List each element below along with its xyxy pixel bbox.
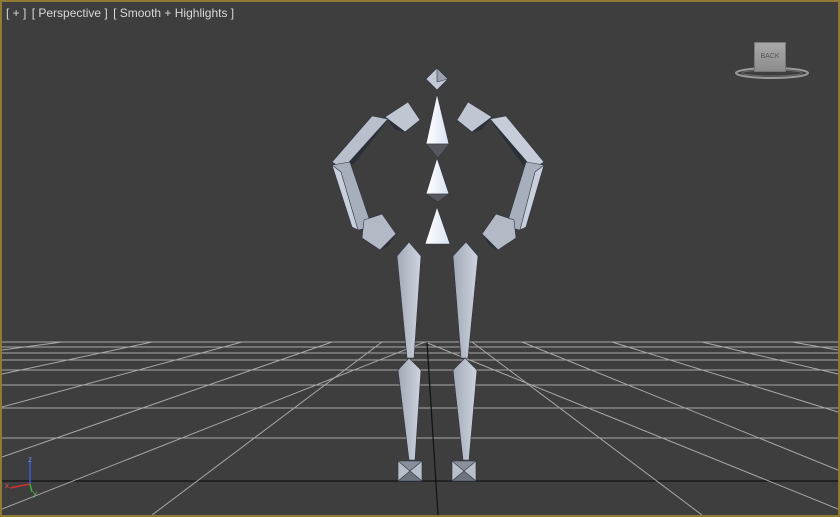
bone-upperarm-left	[331, 115, 389, 170]
viewport-shading-menu[interactable]: [ Smooth + Highlights ]	[113, 6, 234, 20]
bone-upperarm-right	[489, 115, 545, 170]
bone-thigh-right	[452, 241, 479, 359]
biped-skeleton[interactable]	[331, 67, 545, 482]
viewcube[interactable]: BACK	[734, 40, 818, 84]
axis-label-y: y	[33, 489, 37, 498]
viewport-label-menu[interactable]: [ + ] [ Perspective ] [ Smooth + Highlig…	[6, 6, 236, 20]
bone-calf-right	[452, 357, 478, 461]
bone-hand-left	[361, 213, 397, 251]
bone-clavicle-right	[456, 101, 493, 133]
ground-grid	[2, 341, 838, 515]
axis-label-x: x	[5, 481, 9, 490]
bone-calf-left	[397, 357, 422, 461]
axis-label-z: z	[28, 455, 32, 464]
bone-clavicle-left	[384, 101, 421, 133]
bone-thigh-left	[396, 241, 422, 359]
bone-pelvis	[424, 206, 451, 245]
bone-spine-mid	[425, 157, 450, 195]
bone-hand-right	[481, 213, 517, 251]
perspective-viewport[interactable]: [ + ] [ Perspective ] [ Smooth + Highlig…	[0, 0, 840, 517]
viewcube-back-face[interactable]: BACK	[754, 42, 786, 72]
bone-spine-upper	[425, 93, 450, 145]
viewport-scene[interactable]	[2, 2, 838, 515]
viewport-view-menu[interactable]: [ Perspective ]	[32, 6, 108, 20]
viewport-plus-menu[interactable]: [ + ]	[6, 6, 26, 20]
axis-tripod: z x y	[5, 455, 37, 498]
